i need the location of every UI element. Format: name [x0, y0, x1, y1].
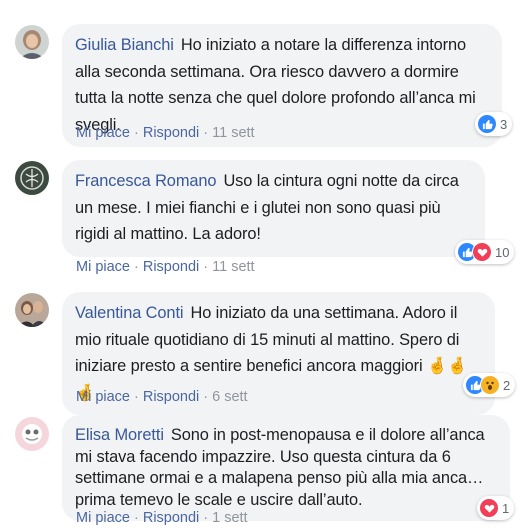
commenter-name[interactable]: Giulia Bianchi [75, 36, 174, 54]
comment-bubble: Francesca Romano Uso la cintura ogni nott… [62, 160, 485, 257]
like-link[interactable]: Mi piace [76, 510, 130, 526]
reaction-count: 3 [500, 116, 508, 132]
comment-actions: Mi piace · Rispondi · 1 sett [76, 510, 248, 526]
like-link[interactable]: Mi piace [76, 389, 130, 405]
reaction-summary[interactable]: 1 [477, 496, 515, 520]
commenter-name[interactable]: Elisa Moretti [75, 426, 164, 444]
reaction-count: 10 [495, 244, 510, 260]
avatar[interactable] [15, 161, 49, 195]
like-icon [477, 114, 497, 134]
timestamp[interactable]: 11 sett [212, 125, 254, 141]
reply-link[interactable]: Rispondi [143, 510, 199, 526]
like-link[interactable]: Mi piace [76, 259, 130, 275]
reaction-count: 2 [503, 377, 511, 393]
timestamp[interactable]: 6 sett [212, 389, 247, 405]
avatar[interactable] [15, 25, 49, 59]
reaction-summary[interactable]: 2 [463, 373, 516, 397]
comment-actions: Mi piace · Rispondi · 11 sett [76, 259, 255, 275]
timestamp[interactable]: 1 sett [212, 510, 247, 526]
commenter-name[interactable]: Francesca Romano [75, 172, 217, 190]
reaction-count: 1 [502, 500, 510, 516]
reply-link[interactable]: Rispondi [143, 389, 199, 405]
reaction-summary[interactable]: 10 [455, 240, 515, 264]
avatar[interactable] [15, 293, 49, 327]
commenter-name[interactable]: Valentina Conti [75, 304, 184, 322]
comment-actions: Mi piace · Rispondi · 11 sett [76, 125, 255, 141]
wow-icon [480, 375, 500, 395]
reply-link[interactable]: Rispondi [143, 259, 199, 275]
reply-link[interactable]: Rispondi [143, 125, 199, 141]
comment-bubble: Elisa Moretti Sono in post-menopausa e il… [62, 415, 510, 521]
love-icon [472, 242, 492, 262]
like-link[interactable]: Mi piace [76, 125, 130, 141]
avatar[interactable] [15, 417, 49, 451]
comment-actions: Mi piace · Rispondi · 6 sett [76, 389, 248, 405]
reaction-summary[interactable]: 3 [475, 112, 513, 136]
timestamp[interactable]: 11 sett [212, 259, 254, 275]
love-icon [479, 498, 499, 518]
